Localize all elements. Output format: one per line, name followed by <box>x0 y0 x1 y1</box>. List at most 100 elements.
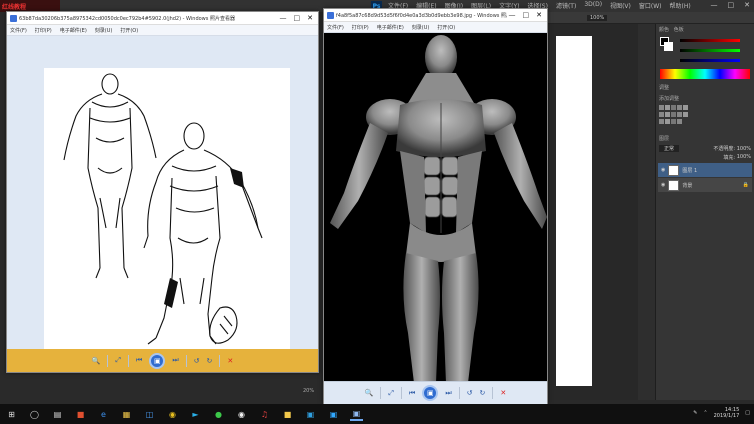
task-view-icon[interactable]: ▤ <box>51 408 64 421</box>
menu-file[interactable]: 文件(F) <box>10 27 27 34</box>
menu-print[interactable]: 打印(P) <box>35 27 52 34</box>
levels-icon[interactable] <box>665 105 670 110</box>
media-icon[interactable]: ► <box>189 408 202 421</box>
app-icon[interactable]: ▣ <box>304 408 317 421</box>
photoshop-taskbar-icon[interactable]: ▣ <box>327 408 340 421</box>
menu-email[interactable]: 电子邮件(E) <box>60 27 87 34</box>
menu-email[interactable]: 电子邮件(E) <box>377 24 404 31</box>
delete-icon[interactable]: ✕ <box>500 389 506 397</box>
ps-menu-help[interactable]: 帮助(H) <box>670 1 691 10</box>
photo-filter-icon[interactable] <box>677 112 682 117</box>
wechat-icon[interactable]: ● <box>212 408 225 421</box>
brightness-icon[interactable] <box>659 105 664 110</box>
balance-icon[interactable] <box>665 112 670 117</box>
opacity-value[interactable]: 100% <box>737 146 751 152</box>
blend-mode-select[interactable]: 正常 <box>659 145 680 152</box>
windows-start-icon[interactable]: ⊞ <box>5 408 18 421</box>
ps-document-canvas[interactable] <box>556 36 592 386</box>
rotate-left-icon[interactable]: ↺ <box>467 389 473 397</box>
zoom-icon[interactable]: 🔍 <box>92 357 101 365</box>
music-icon[interactable]: ♫ <box>258 408 271 421</box>
minimize-icon[interactable]: — <box>509 11 516 19</box>
edge-icon[interactable]: e <box>97 408 110 421</box>
qq-icon[interactable]: ◉ <box>235 408 248 421</box>
color-spectrum[interactable] <box>660 69 750 79</box>
close-icon[interactable]: ✕ <box>744 1 750 9</box>
close-icon[interactable]: ✕ <box>307 14 313 22</box>
photo-viewer-taskbar-icon[interactable]: ▣ <box>350 408 363 421</box>
eye-icon[interactable]: ◉ <box>661 182 665 188</box>
exposure-icon[interactable] <box>677 105 682 110</box>
invert-icon[interactable] <box>659 119 664 124</box>
menu-print[interactable]: 打印(P) <box>352 24 369 31</box>
previous-icon[interactable]: ⏮ <box>409 389 415 398</box>
actual-size-icon[interactable]: ⤢ <box>115 356 121 365</box>
ps-menu-3d[interactable]: 3D(D) <box>584 1 602 10</box>
folder-icon[interactable]: ■ <box>281 408 294 421</box>
blue-slider[interactable] <box>680 59 740 62</box>
pen-icon[interactable]: ✎ <box>693 410 697 416</box>
notification-icon[interactable]: □ <box>745 410 750 416</box>
rotate-right-icon[interactable]: ↻ <box>207 357 213 365</box>
actual-size-icon[interactable]: ⤢ <box>388 389 394 398</box>
hue-icon[interactable] <box>659 112 664 117</box>
menu-open[interactable]: 打开(O) <box>120 27 138 34</box>
minimize-icon[interactable]: — <box>280 14 287 22</box>
title-bar[interactable]: 63b87da30206b375a8975342cd0050dc0ec792b4… <box>7 12 318 25</box>
ps-menu-filter[interactable]: 滤镜(T) <box>556 1 576 10</box>
layer-row[interactable]: ◉ 背景 🔒 <box>658 178 752 192</box>
clock[interactable]: 14:15 2019/1/17 <box>714 407 740 419</box>
delete-icon[interactable]: ✕ <box>227 357 233 365</box>
ps-collapsed-panels[interactable] <box>638 24 655 400</box>
layers-panel-tab[interactable]: 图层 <box>656 133 754 144</box>
image-view[interactable]: 03 <box>7 36 318 368</box>
title-bar[interactable]: f4a8f5a87c68d9d53d5f6f0d4e0a3d3b0d9ebb3e… <box>324 9 547 22</box>
image-view[interactable] <box>324 33 547 383</box>
slideshow-icon[interactable]: ▣ <box>422 385 439 401</box>
vibrance-icon[interactable] <box>683 105 688 110</box>
maximize-icon[interactable]: □ <box>728 1 735 9</box>
menu-file[interactable]: 文件(F) <box>327 24 344 31</box>
add-adjustment-label: 添加调整 <box>659 96 680 102</box>
color-sliders[interactable] <box>656 35 754 69</box>
file-explorer-icon[interactable]: ▦ <box>120 408 133 421</box>
minimize-icon[interactable]: — <box>711 1 718 9</box>
menu-burn[interactable]: 刻录(U) <box>412 24 430 31</box>
background-color-icon[interactable] <box>664 42 673 51</box>
eye-icon[interactable]: ◉ <box>661 167 665 173</box>
photo-viewer-window-render[interactable]: f4a8f5a87c68d9d53d5f6f0d4e0a3d3b0d9ebb3e… <box>323 8 548 405</box>
close-icon[interactable]: ✕ <box>536 11 542 19</box>
rotate-left-icon[interactable]: ↺ <box>194 357 200 365</box>
chrome-icon[interactable]: ◉ <box>166 408 179 421</box>
app-red-icon[interactable]: ■ <box>74 408 87 421</box>
color-panel-tab[interactable]: 颜色 色板 <box>656 24 754 35</box>
threshold-icon[interactable] <box>671 119 676 124</box>
curves-icon[interactable] <box>671 105 676 110</box>
menu-burn[interactable]: 刻录(U) <box>95 27 113 34</box>
photo-viewer-window-sketch[interactable]: 63b87da30206b375a8975342cd0050dc0ec792b4… <box>6 11 319 373</box>
posterize-icon[interactable] <box>665 119 670 124</box>
adjustments-panel-tab[interactable]: 调整 <box>656 82 754 93</box>
ps-zoom-value[interactable]: 100% <box>587 15 608 21</box>
red-slider[interactable] <box>680 39 740 42</box>
green-slider[interactable] <box>680 49 740 52</box>
bw-icon[interactable] <box>671 112 676 117</box>
gradient-map-icon[interactable] <box>677 119 682 124</box>
next-icon[interactable]: ⏭ <box>172 356 178 365</box>
menu-open[interactable]: 打开(O) <box>437 24 455 31</box>
ps-menu-view[interactable]: 视图(V) <box>610 1 631 10</box>
ps-menu-window[interactable]: 窗口(W) <box>639 1 662 10</box>
layer-row[interactable]: ◉ 图层 1 <box>658 163 752 177</box>
search-icon[interactable]: ◯ <box>28 408 41 421</box>
rotate-right-icon[interactable]: ↻ <box>480 389 486 397</box>
previous-icon[interactable]: ⏮ <box>136 356 142 365</box>
zoom-icon[interactable]: 🔍 <box>365 389 374 397</box>
maximize-icon[interactable]: □ <box>523 11 530 19</box>
next-icon[interactable]: ⏭ <box>445 389 451 398</box>
fill-value[interactable]: 100% <box>737 154 751 161</box>
maximize-icon[interactable]: □ <box>294 14 301 22</box>
mixer-icon[interactable] <box>683 112 688 117</box>
chevron-up-icon[interactable]: ⌃ <box>703 410 707 416</box>
slideshow-icon[interactable]: ▣ <box>149 352 166 369</box>
store-icon[interactable]: ◫ <box>143 408 156 421</box>
